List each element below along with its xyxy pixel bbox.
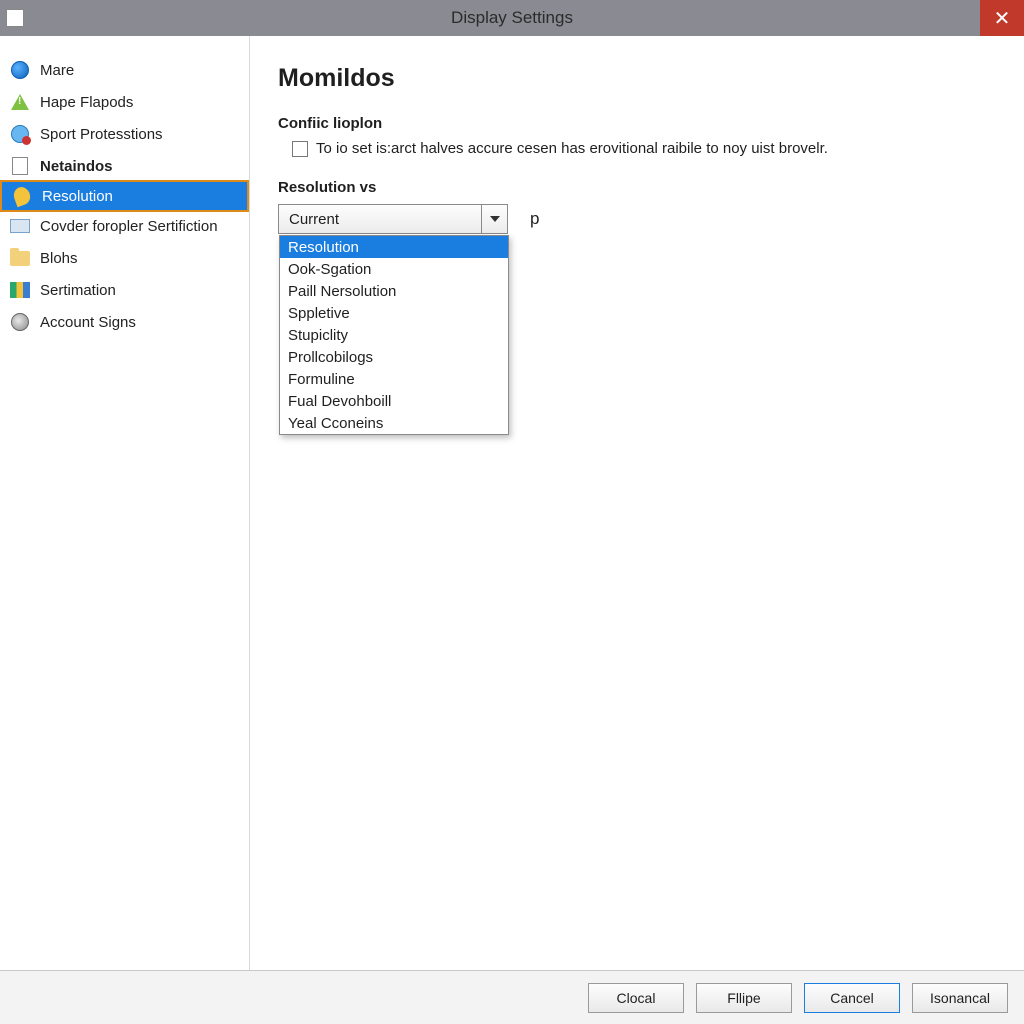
sidebar-item-label: Sertimation	[40, 282, 116, 299]
dropdown-item-paill-nersolution[interactable]: Paill Nersolution	[280, 280, 508, 302]
dialog-footer: Clocal Fllipe Cancel Isonancal	[0, 970, 1024, 1024]
section-label-resolution: Resolution vs	[278, 179, 996, 196]
sidebar-item-mare[interactable]: Mare	[0, 54, 249, 86]
sidebar-item-blohs[interactable]: Blohs	[0, 242, 249, 274]
dropdown-item-prollcobilogs[interactable]: Prollcobilogs	[280, 346, 508, 368]
clocal-button[interactable]: Clocal	[588, 983, 684, 1013]
window-body: Mare Hape Flapods Sport Protesstions Net…	[0, 36, 1024, 970]
settings-window: Display Settings ✕ Mare Hape Flapods Spo…	[0, 0, 1024, 1024]
config-checkbox[interactable]	[292, 141, 308, 157]
sidebar-item-resolution[interactable]: Resolution	[0, 180, 249, 212]
sidebar-item-hape-flapods[interactable]: Hape Flapods	[0, 86, 249, 118]
sidebar-item-sport-protesstions[interactable]: Sport Protesstions	[0, 118, 249, 150]
checkbox-row: To io set is:arct halves accure cesen ha…	[278, 140, 996, 157]
checkbox-label: To io set is:arct halves accure cesen ha…	[316, 140, 828, 157]
dropdown-item-sppletive[interactable]: Sppletive	[280, 302, 508, 324]
sidebar-item-label: Resolution	[42, 188, 113, 205]
close-icon: ✕	[994, 6, 1011, 31]
close-button[interactable]: ✕	[980, 0, 1024, 36]
sidebar-item-label: Mare	[40, 62, 74, 79]
doc-icon	[10, 156, 30, 176]
fllipe-button[interactable]: Fllipe	[696, 983, 792, 1013]
isonancal-button[interactable]: Isonancal	[912, 983, 1008, 1013]
main-content: Momildos Confiic lioplon To io set is:ar…	[250, 36, 1024, 970]
sidebar: Mare Hape Flapods Sport Protesstions Net…	[0, 36, 250, 970]
card-icon	[10, 216, 30, 236]
resolution-dropdown: Resolution Ook-Sgation Paill Nersolution…	[279, 235, 509, 435]
combobox-value: Current	[279, 211, 481, 228]
chevron-down-icon	[481, 205, 507, 233]
sidebar-item-netaindos[interactable]: Netaindos	[0, 150, 249, 182]
sidebar-item-label: Sport Protesstions	[40, 126, 163, 143]
titlebar: Display Settings ✕	[0, 0, 1024, 36]
resolution-combobox[interactable]: Current Resolution Ook-Sgation Paill Ner…	[278, 204, 508, 234]
combo-suffix: p	[530, 209, 539, 229]
cancel-button[interactable]: Cancel	[804, 983, 900, 1013]
sidebar-item-covder-sertifiction[interactable]: Covder foropler Sertifiction	[0, 210, 249, 242]
dropdown-item-formuline[interactable]: Formuline	[280, 368, 508, 390]
page-title: Momildos	[278, 64, 996, 93]
sidebar-item-label: Blohs	[40, 250, 78, 267]
sidebar-item-label: Netaindos	[40, 158, 113, 175]
account-icon	[10, 312, 30, 332]
combo-row: Current Resolution Ook-Sgation Paill Ner…	[278, 204, 996, 234]
sidebar-item-label: Account Signs	[40, 314, 136, 331]
dropdown-item-resolution[interactable]: Resolution	[280, 236, 508, 258]
dropdown-item-ook-sgation[interactable]: Ook-Sgation	[280, 258, 508, 280]
warn-icon	[10, 92, 30, 112]
window-title: Display Settings	[451, 8, 573, 28]
pin-icon	[12, 186, 32, 206]
cert-icon	[10, 280, 30, 300]
dropdown-item-yeal-cconeins[interactable]: Yeal Cconeins	[280, 412, 508, 434]
dropdown-item-stupiclity[interactable]: Stupiclity	[280, 324, 508, 346]
sidebar-item-label: Hape Flapods	[40, 94, 133, 111]
sport-icon	[10, 124, 30, 144]
folder-icon	[10, 248, 30, 268]
sidebar-item-account-signs[interactable]: Account Signs	[0, 306, 249, 338]
app-icon	[6, 9, 24, 27]
dropdown-item-fual-devohboill[interactable]: Fual Devohboill	[280, 390, 508, 412]
section-label-config: Confiic lioplon	[278, 115, 996, 132]
sidebar-item-label: Covder foropler Sertifiction	[40, 218, 218, 235]
sidebar-item-sertimation[interactable]: Sertimation	[0, 274, 249, 306]
globe-icon	[10, 60, 30, 80]
